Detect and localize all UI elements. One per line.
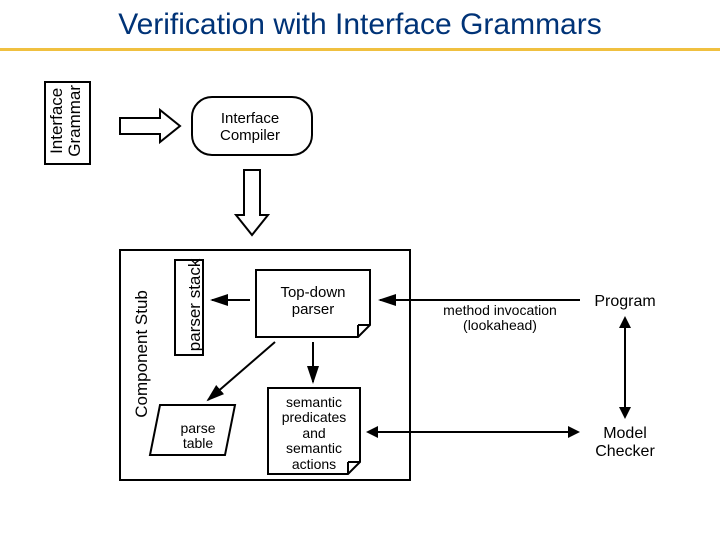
top-down-parser-box	[256, 270, 370, 337]
component-stub-box	[120, 250, 410, 480]
diagram-svg	[0, 0, 720, 540]
interface-compiler-box	[192, 97, 312, 155]
parser-stack-box	[175, 260, 203, 355]
semantic-predicates-box	[268, 388, 360, 474]
parse-table-box	[150, 405, 235, 455]
arrow-semantic-model-checker	[366, 426, 580, 438]
arrow-grammar-to-compiler	[120, 110, 180, 142]
arrow-compiler-to-stub	[236, 170, 268, 235]
arrow-parser-to-table	[208, 342, 275, 400]
interface-grammar-box	[45, 82, 90, 164]
arrow-program-model-checker	[619, 316, 631, 419]
